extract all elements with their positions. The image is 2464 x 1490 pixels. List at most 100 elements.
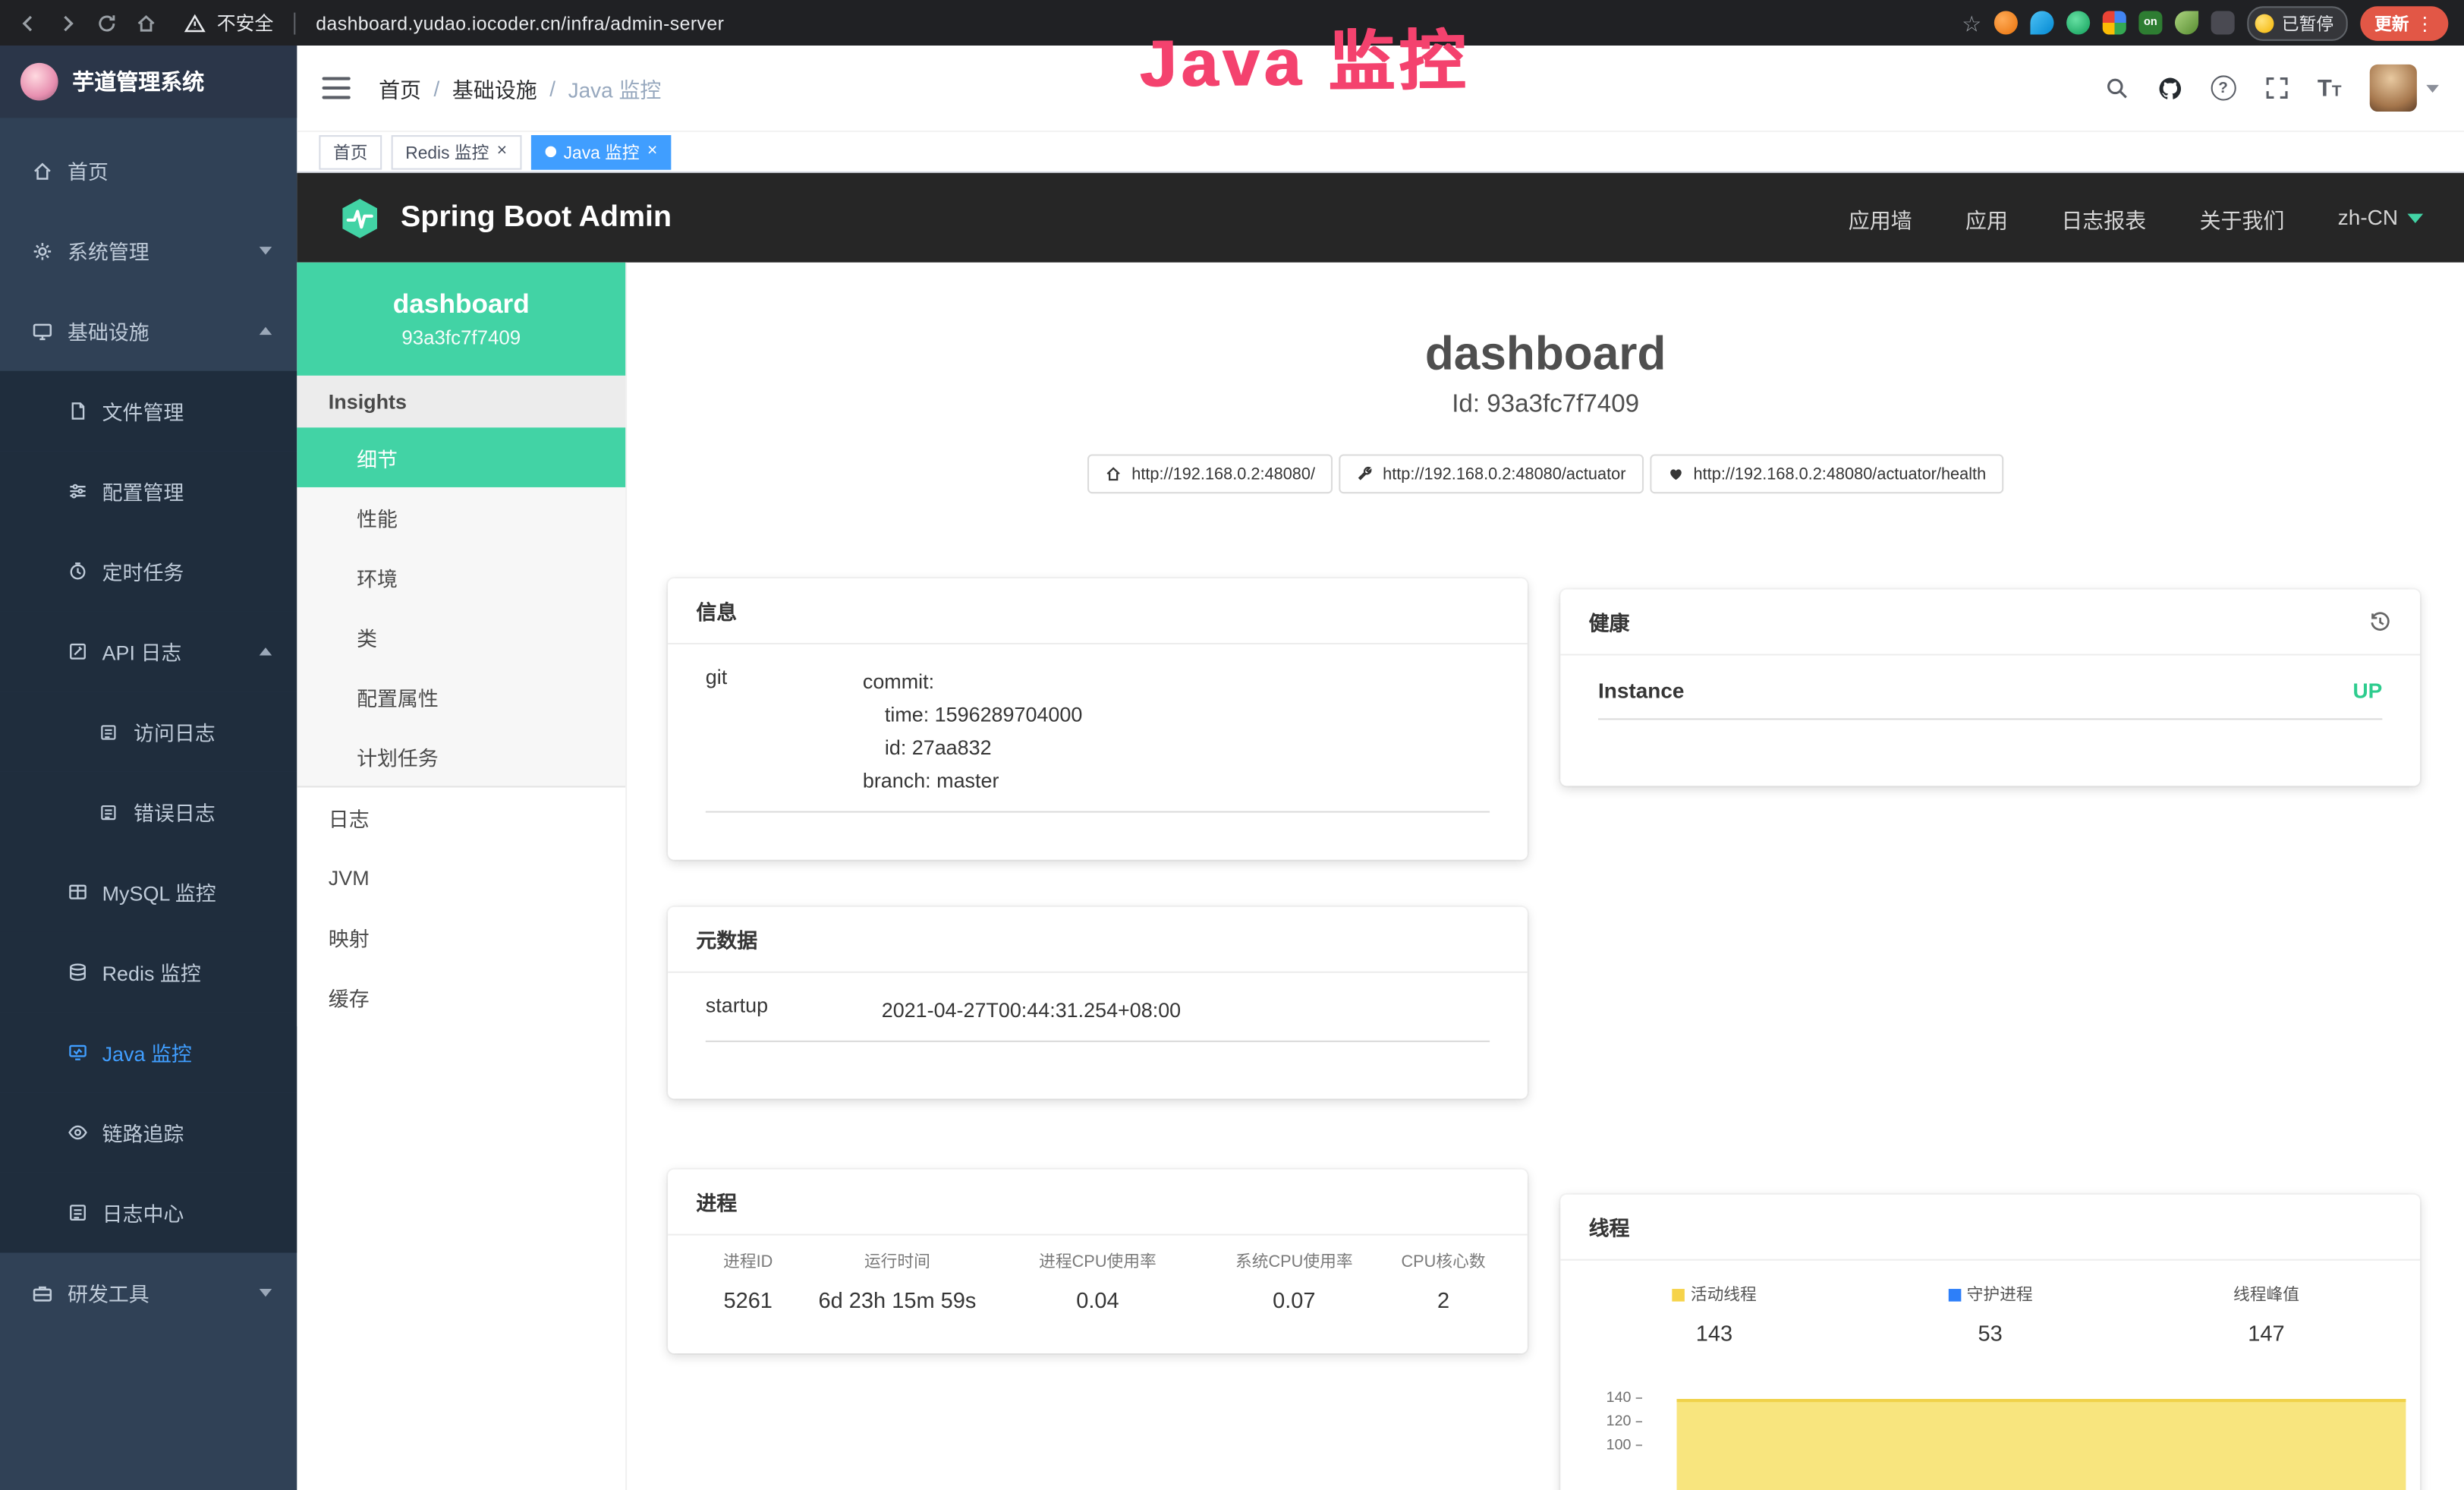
- process-id-value: 5261: [693, 1287, 803, 1312]
- sidebar-item-config[interactable]: 配置管理: [0, 451, 297, 531]
- y-tick-100: 100: [1585, 1437, 1642, 1454]
- home-icon[interactable]: [134, 10, 159, 35]
- sba-brand[interactable]: Spring Boot Admin: [338, 196, 672, 240]
- uptime-value: 6d 23h 15m 59s: [803, 1287, 991, 1312]
- forward-icon[interactable]: [55, 10, 80, 35]
- sidebar-menu: 首页 系统管理 基础设施 文件管理: [0, 118, 297, 1490]
- extension-icon-7[interactable]: [2211, 11, 2235, 34]
- sba-item-config-props[interactable]: 配置属性: [297, 666, 625, 726]
- breadcrumb-home[interactable]: 首页: [379, 72, 421, 103]
- sba-header: Spring Boot Admin 应用墙 应用 日志报表 关于我们 zh-CN: [297, 173, 2464, 263]
- sidebar-item-trace[interactable]: 链路追踪: [0, 1092, 297, 1173]
- doc-icon: [97, 801, 119, 823]
- eye-icon: [66, 1122, 88, 1144]
- info-card: 信息 git commit: time: 1596289704000 id: 2…: [668, 578, 1528, 860]
- history-icon[interactable]: [2368, 610, 2392, 633]
- gear-icon: [31, 240, 53, 262]
- chevron-down-icon: [2407, 213, 2423, 222]
- page-subtitle: Id: 93a3fc7f7409: [627, 392, 2464, 420]
- security-chip[interactable]: 不安全: [182, 9, 273, 36]
- paused-badge[interactable]: 已暂停: [2247, 5, 2348, 40]
- sba-item-scheduled-tasks[interactable]: 计划任务: [297, 726, 625, 786]
- url-text[interactable]: dashboard.yudao.iocoder.cn/infra/admin-s…: [316, 12, 724, 34]
- metadata-card-title: 元数据: [696, 925, 757, 954]
- screen: Java 监控 不安全 dashboard.yudao.iocoder.cn/i…: [0, 0, 2464, 1490]
- chrome-update-button[interactable]: 更新 ⋮: [2360, 5, 2448, 40]
- sba-item-performance[interactable]: 性能: [297, 487, 625, 547]
- divider: [294, 12, 295, 34]
- sidebar-item-mysql[interactable]: MySQL 监控: [0, 852, 297, 932]
- sba-item-details[interactable]: 细节: [297, 427, 625, 487]
- home-icon: [31, 159, 53, 181]
- sidebar-item-system[interactable]: 系统管理: [0, 210, 297, 291]
- extension-icon-6[interactable]: [2175, 11, 2198, 34]
- instance-url-button[interactable]: http://192.168.0.2:48080/: [1087, 454, 1333, 493]
- sidebar-item-infra[interactable]: 基础设施: [0, 291, 297, 371]
- info-card-title: 信息: [696, 596, 737, 625]
- sba-item-logs[interactable]: 日志: [297, 787, 625, 847]
- bookmark-star-icon[interactable]: ☆: [1962, 12, 1981, 34]
- live-threads-value: 143: [1576, 1320, 1852, 1345]
- tab-java-monitor[interactable]: Java 监控 ×: [530, 134, 672, 169]
- sidebar-item-log-center[interactable]: 日志中心: [0, 1173, 297, 1253]
- status-badge: UP: [2352, 679, 2382, 703]
- sidebar-item-dev-tools[interactable]: 研发工具: [0, 1252, 297, 1333]
- sidebar-item-job[interactable]: 定时任务: [0, 531, 297, 612]
- sba-item-mappings[interactable]: 映射: [297, 907, 625, 967]
- sba-nav-wallboard[interactable]: 应用墙: [1849, 202, 1912, 233]
- top-navbar: 首页 / 基础设施 / Java 监控 ? TT: [297, 46, 2464, 132]
- security-label: 不安全: [217, 9, 274, 36]
- extension-icon-2[interactable]: [2030, 11, 2053, 34]
- fullscreen-icon[interactable]: [2264, 75, 2289, 100]
- github-icon[interactable]: [2157, 75, 2182, 100]
- font-size-icon[interactable]: TT: [2318, 74, 2342, 101]
- sidebar-item-access-log[interactable]: 访问日志: [0, 691, 297, 772]
- back-icon[interactable]: [16, 10, 41, 35]
- sidebar-item-home[interactable]: 首页: [0, 131, 297, 211]
- sba-nav-applications[interactable]: 应用: [1965, 202, 2008, 233]
- extension-icon-4[interactable]: [2103, 11, 2126, 34]
- breadcrumb: 首页 / 基础设施 / Java 监控: [379, 72, 661, 103]
- sidebar-item-java[interactable]: Java 监控: [0, 1013, 297, 1093]
- sidebar-item-file[interactable]: 文件管理: [0, 371, 297, 452]
- extension-icon-1[interactable]: [1994, 11, 2018, 34]
- close-icon[interactable]: ×: [497, 143, 507, 160]
- sba-item-caches[interactable]: 缓存: [297, 967, 625, 1027]
- close-icon[interactable]: ×: [647, 143, 657, 160]
- toolbox-icon: [31, 1282, 53, 1304]
- tab-redis-monitor[interactable]: Redis 监控 ×: [392, 134, 521, 169]
- threads-chart: 140 120 100: [1560, 1364, 2420, 1490]
- extension-icon-5[interactable]: on: [2138, 11, 2162, 34]
- sba-item-jvm[interactable]: JVM: [297, 847, 625, 907]
- refresh-icon[interactable]: [94, 10, 119, 35]
- home-icon: [1105, 465, 1122, 483]
- tags-view: 首页 Redis 监控 × Java 监控 ×: [297, 132, 2464, 173]
- sidebar-item-redis[interactable]: Redis 监控: [0, 932, 297, 1013]
- legend-peak-threads: 线程峰值: [2129, 1283, 2405, 1306]
- logo-title: 芋道管理系统: [72, 66, 204, 97]
- user-menu[interactable]: [2370, 65, 2439, 112]
- sba-nav-journal[interactable]: 日志报表: [2061, 202, 2146, 233]
- health-card-title: 健康: [1589, 606, 1630, 636]
- tab-home[interactable]: 首页: [319, 134, 382, 169]
- actuator-url-button[interactable]: http://192.168.0.2:48080/actuator: [1339, 454, 1643, 493]
- sba-item-classes[interactable]: 类: [297, 606, 625, 666]
- sidebar-item-api-log[interactable]: API 日志: [0, 612, 297, 692]
- sba-instance-header[interactable]: dashboard 93a3fc7f7409: [297, 263, 625, 376]
- startup-row: startup 2021-04-27T00:44:31.254+08:00: [706, 973, 1490, 1042]
- search-icon[interactable]: [2104, 75, 2129, 100]
- extension-icon-3[interactable]: [2066, 11, 2090, 34]
- health-url-button[interactable]: http://192.168.0.2:48080/actuator/health: [1650, 454, 2003, 493]
- hamburger-icon[interactable]: [323, 77, 351, 99]
- sba-item-environment[interactable]: 环境: [297, 547, 625, 607]
- legend-daemon-threads: 守护进程: [1852, 1283, 2129, 1306]
- sidebar-item-error-log[interactable]: 错误日志: [0, 772, 297, 852]
- cpu-cores-value: 2: [1384, 1287, 1502, 1312]
- sba-locale-select[interactable]: zh-CN: [2338, 206, 2423, 229]
- doc-icon: [66, 1202, 88, 1224]
- sba-nav-about[interactable]: 关于我们: [2200, 202, 2285, 233]
- help-icon[interactable]: ?: [2211, 75, 2236, 100]
- git-row: git commit: time: 1596289704000 id: 27aa…: [706, 644, 1490, 813]
- file-icon: [66, 400, 88, 422]
- breadcrumb-infra[interactable]: 基础设施: [452, 72, 537, 103]
